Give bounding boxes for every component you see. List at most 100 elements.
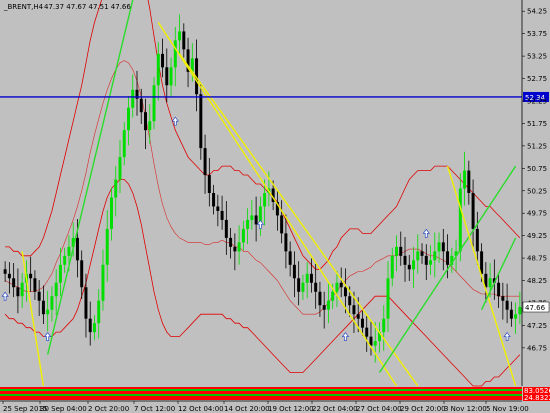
candle-body[interactable]	[237, 242, 241, 252]
candle-body[interactable]	[467, 170, 471, 193]
candle-body[interactable]	[263, 193, 267, 207]
candle-body[interactable]	[424, 255, 428, 265]
candle-body[interactable]	[301, 282, 305, 292]
candle-body[interactable]	[416, 251, 420, 261]
candle-body[interactable]	[203, 148, 207, 176]
candle-body[interactable]	[54, 282, 58, 297]
candle-body[interactable]	[433, 251, 437, 261]
candle-body[interactable]	[178, 31, 182, 41]
candle-body[interactable]	[20, 282, 24, 297]
candle-body[interactable]	[12, 278, 16, 288]
candle-body[interactable]	[7, 273, 11, 279]
candle-body[interactable]	[305, 273, 309, 283]
candle-body[interactable]	[29, 273, 33, 279]
candle-body[interactable]	[207, 175, 211, 193]
candle-body[interactable]	[437, 242, 441, 252]
candle-body[interactable]	[148, 121, 152, 131]
candle-body[interactable]	[161, 53, 165, 68]
candle-body[interactable]	[241, 228, 245, 243]
candle-body[interactable]	[67, 246, 71, 256]
candle-body[interactable]	[3, 269, 7, 274]
candle-body[interactable]	[139, 98, 143, 113]
candle-body[interactable]	[165, 67, 169, 86]
candle-body[interactable]	[352, 305, 356, 315]
candle-body[interactable]	[501, 296, 505, 301]
candle-body[interactable]	[326, 300, 330, 310]
candle-body[interactable]	[356, 314, 360, 319]
candle-body[interactable]	[101, 264, 105, 301]
candle-body[interactable]	[488, 278, 492, 288]
candle-body[interactable]	[92, 323, 96, 333]
candle-body[interactable]	[212, 193, 216, 207]
candle-body[interactable]	[348, 296, 352, 306]
candle-body[interactable]	[80, 260, 84, 288]
candle-body[interactable]	[407, 264, 411, 270]
candle-body[interactable]	[250, 215, 254, 220]
candle-body[interactable]	[88, 318, 92, 333]
candle-body[interactable]	[360, 318, 364, 328]
candle-body[interactable]	[343, 287, 347, 297]
candle-body[interactable]	[382, 318, 386, 333]
candle-body[interactable]	[229, 237, 233, 247]
candle-body[interactable]	[233, 246, 237, 252]
candle-body[interactable]	[403, 255, 407, 265]
candle-body[interactable]	[182, 31, 186, 50]
candle-body[interactable]	[339, 282, 343, 288]
candle-body[interactable]	[254, 215, 258, 225]
candle-body[interactable]	[475, 228, 479, 252]
candle-body[interactable]	[505, 300, 509, 310]
candle-body[interactable]	[509, 309, 513, 319]
candle-body[interactable]	[144, 112, 147, 131]
candle-body[interactable]	[16, 287, 20, 297]
candle-body[interactable]	[365, 327, 369, 337]
candle-body[interactable]	[441, 242, 445, 252]
candle-body[interactable]	[114, 179, 118, 198]
candle-body[interactable]	[420, 251, 424, 256]
candle-body[interactable]	[292, 264, 296, 279]
candle-body[interactable]	[314, 282, 318, 292]
candle-body[interactable]	[395, 246, 398, 256]
candle-body[interactable]	[318, 291, 322, 306]
candle-body[interactable]	[105, 228, 109, 265]
candle-body[interactable]	[50, 296, 54, 310]
candle-body[interactable]	[412, 260, 416, 270]
candle-body[interactable]	[173, 40, 177, 68]
candle-body[interactable]	[216, 206, 220, 211]
candle-body[interactable]	[84, 287, 88, 319]
candle-body[interactable]	[152, 85, 156, 122]
candle-body[interactable]	[429, 260, 433, 265]
candle-body[interactable]	[386, 278, 390, 319]
candle-body[interactable]	[471, 193, 475, 229]
candle-body[interactable]	[390, 255, 394, 279]
candle-body[interactable]	[127, 107, 130, 131]
candle-body[interactable]	[118, 157, 122, 180]
candle-body[interactable]	[37, 291, 41, 301]
candle-body[interactable]	[169, 67, 173, 86]
candle-body[interactable]	[309, 273, 313, 283]
candle-body[interactable]	[199, 94, 203, 149]
candle-body[interactable]	[75, 237, 79, 261]
candle-body[interactable]	[335, 282, 339, 292]
candle-body[interactable]	[446, 251, 450, 265]
candle-body[interactable]	[373, 341, 377, 346]
candle-body[interactable]	[220, 210, 224, 220]
candle-body[interactable]	[224, 219, 228, 238]
candle-body[interactable]	[399, 246, 403, 256]
candle-body[interactable]	[63, 255, 67, 265]
candle-body[interactable]	[46, 309, 50, 315]
candle-body[interactable]	[463, 170, 467, 189]
candle-body[interactable]	[280, 215, 284, 234]
candle-body[interactable]	[331, 291, 335, 301]
candle-body[interactable]	[156, 53, 160, 86]
candle-body[interactable]	[514, 314, 518, 319]
candle-body[interactable]	[246, 219, 250, 229]
price-chart[interactable]: 52.34 54.2553.7553.2552.7552.2551.7551.2…	[0, 0, 550, 413]
candle-body[interactable]	[122, 130, 126, 158]
candle-body[interactable]	[109, 197, 113, 229]
candle-body[interactable]	[41, 300, 45, 315]
candle-body[interactable]	[497, 282, 501, 297]
candle-body[interactable]	[322, 305, 326, 310]
candle-body[interactable]	[97, 300, 101, 324]
candle-body[interactable]	[288, 251, 292, 265]
candle-body[interactable]	[458, 188, 462, 252]
